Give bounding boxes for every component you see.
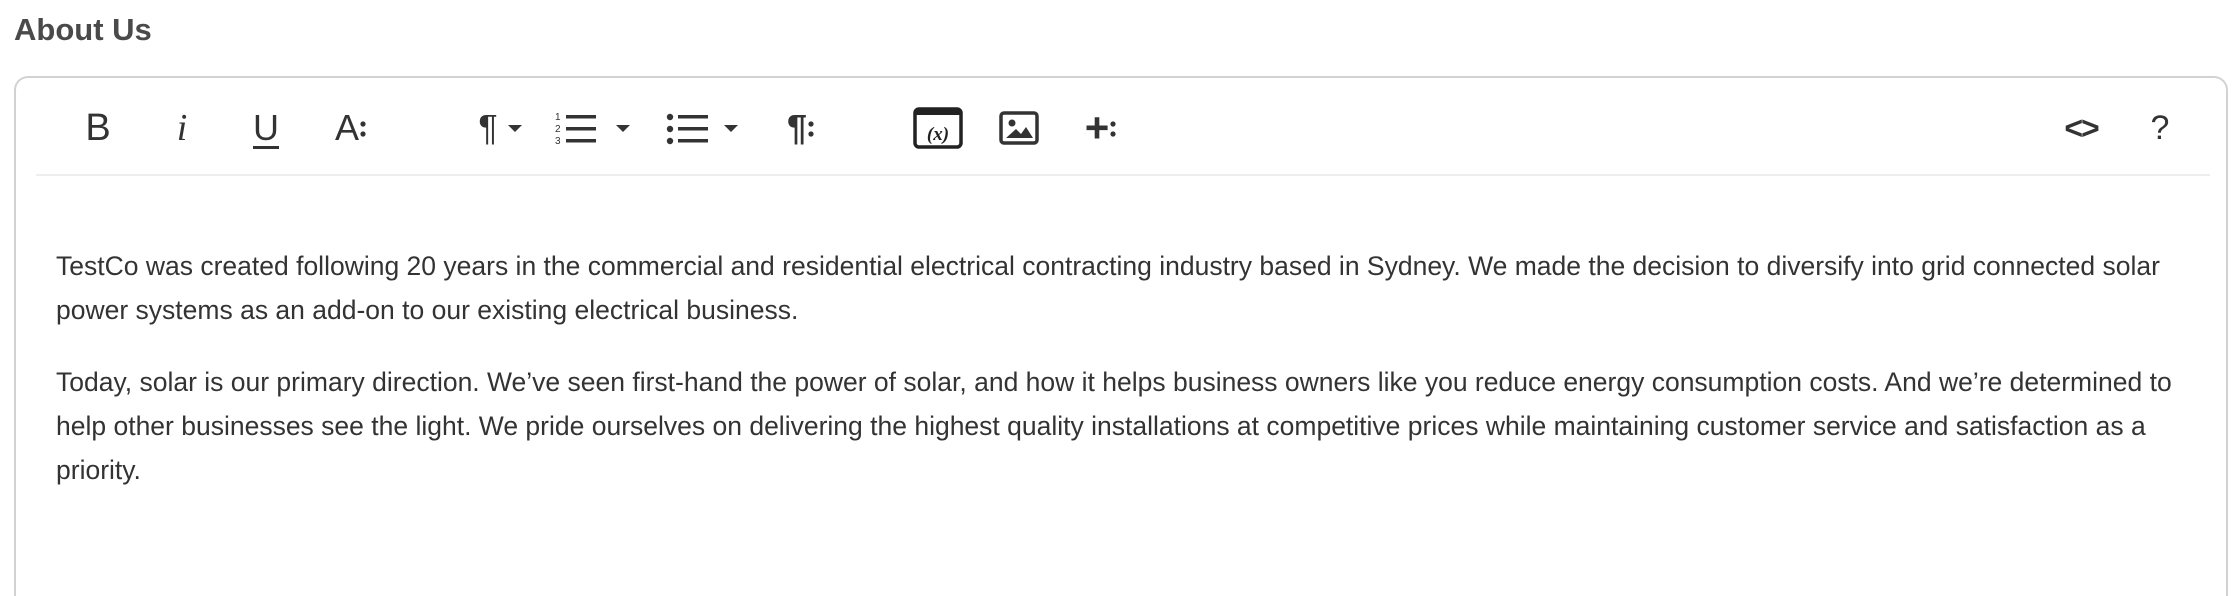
underline-button[interactable]: U [244, 102, 288, 154]
field-label: About Us [14, 12, 152, 47]
variable-icon: (x) [913, 107, 963, 149]
code-view-button[interactable]: <> [2056, 102, 2106, 154]
code-icon: <> [2064, 110, 2099, 146]
svg-text:2: 2 [555, 124, 561, 135]
paragraph-more-icon: ¶ [786, 107, 808, 148]
content-paragraph: TestCo was created following 20 years in… [56, 251, 2160, 325]
editor-content[interactable]: TestCo was created following 20 years in… [56, 244, 2206, 520]
paragraph-format-button[interactable]: ¶ [468, 102, 532, 154]
more-dots-icon [808, 121, 814, 137]
rich-text-editor: B i U A ¶ 1 2 3 ¶ (x) + <> ? TestCo was … [14, 76, 2228, 596]
chevron-down-icon [724, 124, 738, 132]
ordered-list-icon: 1 2 3 [555, 112, 596, 146]
help-icon: ? [2150, 109, 2170, 147]
insert-image-button[interactable] [996, 102, 1042, 154]
chevron-down-icon [616, 124, 630, 132]
unordered-list-button[interactable] [666, 102, 766, 154]
paragraph-icon: ¶ [478, 107, 498, 148]
italic-button[interactable]: i [162, 102, 202, 154]
text-style-button[interactable]: A [326, 102, 376, 154]
content-paragraph: Today, solar is our primary direction. W… [56, 367, 2172, 485]
paragraph-more-button[interactable]: ¶ [776, 102, 826, 154]
chevron-down-icon [507, 124, 522, 132]
svg-text:3: 3 [555, 136, 561, 146]
svg-text:1: 1 [555, 112, 561, 123]
bold-icon: B [85, 107, 111, 149]
svg-text:(x): (x) [927, 124, 949, 145]
help-button[interactable]: ? [2140, 102, 2180, 154]
insert-variable-button[interactable]: (x) [912, 102, 964, 154]
ordered-list-button[interactable]: 1 2 3 [554, 102, 654, 154]
editor-toolbar: B i U A ¶ 1 2 3 ¶ (x) + <> ? [36, 78, 2210, 176]
more-dots-icon [360, 121, 366, 137]
insert-more-button[interactable]: + [1076, 102, 1126, 154]
plus-more-icon: + [1084, 104, 1110, 151]
unordered-list-icon [666, 113, 708, 145]
font-size-icon: A [334, 107, 359, 148]
image-icon [999, 111, 1039, 145]
more-dots-icon [1110, 121, 1116, 137]
italic-icon: i [176, 107, 188, 149]
bold-button[interactable]: B [78, 102, 118, 154]
underline-icon: U [253, 107, 279, 148]
